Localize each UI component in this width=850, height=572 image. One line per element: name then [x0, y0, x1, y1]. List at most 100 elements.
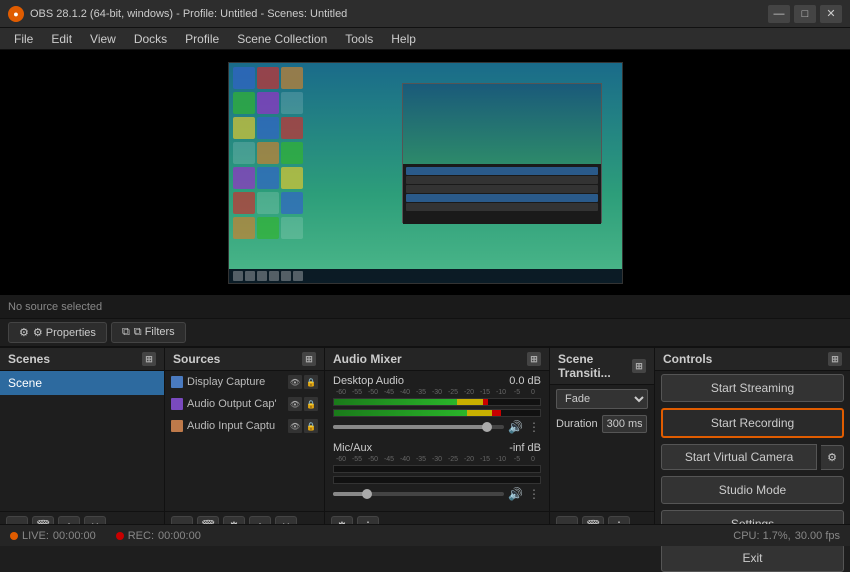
source-lock-icon[interactable]: 🔒 — [304, 419, 318, 433]
taskbar-icon — [245, 271, 255, 281]
scenes-panel-header: Scenes ⊞ — [0, 348, 164, 371]
mic-volume-slider[interactable] — [333, 492, 504, 496]
menu-tools[interactable]: Tools — [337, 30, 381, 48]
taskbar-icon — [233, 271, 243, 281]
scenes-dock-icon[interactable]: ⊞ — [142, 352, 156, 366]
desktop-icon — [257, 167, 279, 189]
mic-aux-meter2 — [333, 476, 541, 484]
start-streaming-button[interactable]: Start Streaming — [661, 374, 844, 402]
source-lock-icon[interactable]: 🔒 — [304, 397, 318, 411]
transitions-title: Scene Transiti... — [558, 352, 632, 380]
virtual-camera-gear-button[interactable]: ⚙ — [821, 445, 844, 470]
rec-dot — [116, 532, 124, 540]
rec-time: 00:00:00 — [158, 530, 201, 542]
transitions-dock-icon[interactable]: ⊞ — [632, 359, 646, 373]
menu-profile[interactable]: Profile — [177, 30, 227, 48]
mic-aux-controls: 🔊 ⋮ — [333, 487, 541, 501]
menu-file[interactable]: File — [6, 30, 41, 48]
maximize-button[interactable]: □ — [794, 5, 816, 23]
taskbar-icon — [257, 271, 267, 281]
duration-input[interactable] — [602, 415, 647, 433]
menu-view[interactable]: View — [82, 30, 124, 48]
info-bar: No source selected — [0, 295, 850, 319]
source-eye-icon[interactable]: 👁 — [288, 397, 302, 411]
sources-panel: Sources ⊞ Display Capture 👁 🔒 Audio Outp… — [165, 348, 325, 542]
start-recording-button[interactable]: Start Recording — [661, 408, 844, 438]
desktop-icon — [233, 217, 255, 239]
desktop-icons — [229, 63, 349, 283]
mic-aux-markers: -60 -55 -50 -45 -40 -35 -30 -25 -20 -15 … — [333, 456, 541, 463]
desktop-icon — [257, 117, 279, 139]
source-audio-output[interactable]: Audio Output Cap' 👁 🔒 — [165, 393, 324, 415]
filters-button[interactable]: ⧉ ⧉ Filters — [111, 322, 186, 343]
mic-aux-channel: Mic/Aux -inf dB -60 -55 -50 -45 -40 -35 … — [325, 438, 549, 505]
fps-label: 30.00 fps — [795, 530, 840, 542]
filters-label: ⧉ Filters — [134, 326, 175, 339]
fade-type-select[interactable]: Fade Cut Swipe Slide — [556, 389, 648, 409]
desktop-icon — [281, 142, 303, 164]
transitions-panel-header: Scene Transiti... ⊞ — [550, 348, 654, 385]
source-eye-icon[interactable]: 👁 — [288, 419, 302, 433]
nested-bottom — [403, 164, 601, 224]
minimize-button[interactable]: — — [768, 5, 790, 23]
controls-header-icons: ⊞ — [828, 352, 842, 366]
title-bar-controls: — □ ✕ — [768, 5, 842, 23]
app-icon: ● — [8, 6, 24, 22]
mic-aux-db: -inf dB — [509, 442, 541, 454]
properties-button[interactable]: ⚙ ⚙ Properties — [8, 322, 107, 343]
desktop-audio-meter2 — [333, 409, 541, 417]
live-status: LIVE: 00:00:00 — [10, 530, 96, 542]
live-dot — [10, 532, 18, 540]
scenes-header-icons: ⊞ — [142, 352, 156, 366]
menu-edit[interactable]: Edit — [43, 30, 80, 48]
desktop-icon — [233, 67, 255, 89]
desktop-audio-channel: Desktop Audio 0.0 dB -60 -55 -50 -45 -40… — [325, 371, 549, 438]
sources-header-icons: ⊞ — [302, 352, 316, 366]
source-eye-icon[interactable]: 👁 — [288, 375, 302, 389]
menu-scene-collection[interactable]: Scene Collection — [229, 30, 335, 48]
desktop-audio-controls: 🔊 ⋮ — [333, 420, 541, 434]
audio-mixer-header-icons: ⊞ — [527, 352, 541, 366]
sources-dock-icon[interactable]: ⊞ — [302, 352, 316, 366]
desktop-audio-menu-button[interactable]: ⋮ — [527, 420, 541, 434]
desktop-volume-slider[interactable] — [333, 425, 504, 429]
mic-audio-menu-button[interactable]: ⋮ — [527, 487, 541, 501]
display-capture-label: Display Capture — [187, 376, 265, 388]
desktop-icon — [281, 217, 303, 239]
source-display-capture[interactable]: Display Capture 👁 🔒 — [165, 371, 324, 393]
mic-audio-mute-icon[interactable]: 🔊 — [508, 487, 523, 501]
controls-dock-icon[interactable]: ⊞ — [828, 352, 842, 366]
audio-icon — [171, 398, 183, 410]
mic-icon — [171, 420, 183, 432]
source-lock-icon[interactable]: 🔒 — [304, 375, 318, 389]
gear-icon: ⚙ — [19, 326, 29, 339]
no-source-text: No source selected — [8, 301, 102, 313]
exit-button[interactable]: Exit — [661, 544, 844, 572]
scene-item[interactable]: Scene — [0, 371, 164, 395]
desktop-icon — [233, 192, 255, 214]
desktop-icon — [281, 117, 303, 139]
source-audio-input[interactable]: Audio Input Captu 👁 🔒 — [165, 415, 324, 437]
desktop-icon — [233, 92, 255, 114]
desktop-icon — [281, 92, 303, 114]
close-button[interactable]: ✕ — [820, 5, 842, 23]
audio-input-label: Audio Input Captu — [187, 420, 275, 432]
title-bar-left: ● OBS 28.1.2 (64-bit, windows) - Profile… — [8, 6, 347, 22]
audio-mixer-dock-icon[interactable]: ⊞ — [527, 352, 541, 366]
menu-help[interactable]: Help — [383, 30, 424, 48]
desktop-icon — [257, 92, 279, 114]
sources-title: Sources — [173, 352, 220, 366]
desktop-background — [229, 63, 622, 283]
source-controls-mic: 👁 🔒 — [288, 419, 318, 433]
start-virtual-camera-button[interactable]: Start Virtual Camera — [661, 444, 817, 470]
studio-mode-button[interactable]: Studio Mode — [661, 476, 844, 504]
taskbar-icon — [269, 271, 279, 281]
status-bar: LIVE: 00:00:00 REC: 00:00:00 CPU: 1.7%, … — [0, 524, 850, 546]
mic-aux-meter — [333, 465, 541, 473]
cpu-label: CPU: 1.7%, — [733, 530, 790, 542]
menu-docks[interactable]: Docks — [126, 30, 175, 48]
desktop-icon — [281, 192, 303, 214]
desktop-audio-mute-icon[interactable]: 🔊 — [508, 420, 523, 434]
desktop-icon — [281, 67, 303, 89]
nested-obs-window — [402, 83, 602, 223]
